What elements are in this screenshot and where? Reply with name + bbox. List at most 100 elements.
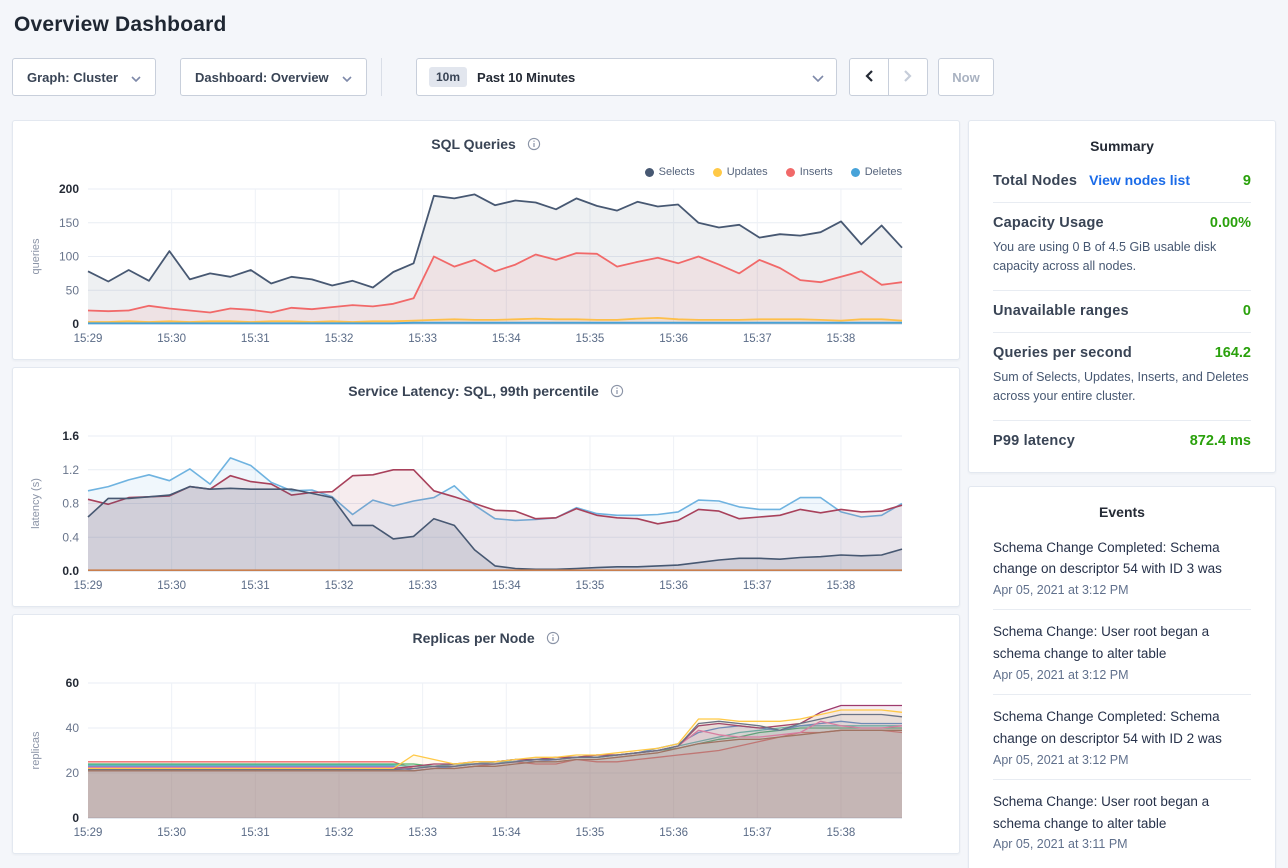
svg-text:15:36: 15:36 [659,580,688,592]
info-icon[interactable] [610,384,624,401]
svg-text:15:31: 15:31 [241,333,270,345]
svg-text:15:36: 15:36 [659,827,688,839]
p99-latency-label: P99 latency [993,433,1075,449]
replicas-per-node-chart[interactable]: 020406015:2915:3015:3115:3215:3315:3415:… [27,655,947,845]
event-timestamp: Apr 05, 2021 at 3:12 PM [993,668,1251,682]
unavailable-ranges-label: Unavailable ranges [993,303,1129,319]
chevron-right-icon [903,69,913,86]
svg-text:0.4: 0.4 [62,530,79,544]
svg-text:15:35: 15:35 [576,827,605,839]
svg-text:0: 0 [72,317,79,331]
info-icon[interactable] [546,631,560,648]
capacity-usage-description: You are using 0 B of 4.5 GiB usable disk… [993,238,1251,277]
chart-title-row: Service Latency: SQL, 99th percentile [13,368,959,401]
service-latency-chart[interactable]: 0.00.40.81.21.615:2915:3015:3115:3215:33… [27,408,947,598]
svg-text:15:30: 15:30 [157,580,186,592]
event-text: Schema Change: User root began a schema … [993,621,1251,665]
summary-row-p99: P99 latency 872.4 ms [993,420,1251,462]
chevron-down-icon [812,70,824,85]
svg-text:200: 200 [59,182,79,196]
svg-text:15:31: 15:31 [241,580,270,592]
time-range-badge: 10m [429,67,467,87]
dashboard-dropdown-label: Dashboard: Overview [195,70,329,85]
event-item: Schema Change: User root began a schema … [993,609,1251,694]
svg-text:15:31: 15:31 [241,827,270,839]
sql-queries-chart[interactable]: 05010015020015:2915:3015:3115:3215:3315:… [27,161,947,351]
summary-panel: Summary Total Nodes View nodes list 9 Ca… [968,120,1276,473]
svg-text:1.2: 1.2 [62,463,79,477]
svg-text:0.8: 0.8 [62,497,79,511]
svg-text:15:33: 15:33 [408,827,437,839]
event-timestamp: Apr 05, 2021 at 3:12 PM [993,583,1251,597]
info-icon[interactable] [527,137,541,154]
chart-title-row: Replicas per Node [13,615,959,648]
toolbar: Graph: Cluster Dashboard: Overview 10m P… [12,58,1276,96]
svg-text:15:34: 15:34 [492,827,521,839]
svg-text:15:29: 15:29 [74,333,103,345]
svg-text:15:38: 15:38 [827,827,856,839]
now-button[interactable]: Now [938,58,994,96]
event-timestamp: Apr 05, 2021 at 3:12 PM [993,753,1251,767]
graph-dropdown-label: Graph: Cluster [27,70,118,85]
chevron-down-icon [131,70,141,85]
svg-text:queries: queries [30,238,42,275]
time-forward-button[interactable] [888,58,928,96]
svg-text:0: 0 [72,811,79,825]
unavailable-ranges-value: 0 [1243,303,1251,319]
event-item: Schema Change Completed: Schema change o… [993,526,1251,610]
svg-text:100: 100 [59,250,79,264]
svg-text:15:30: 15:30 [157,827,186,839]
chevron-down-icon [342,70,352,85]
summary-row-qps: Queries per second 164.2 Sum of Selects,… [993,332,1251,420]
sql-queries-panel: SQL Queries Selects Updates [12,120,960,360]
event-item: Schema Change: User root began a schema … [993,779,1251,864]
svg-text:15:37: 15:37 [743,827,772,839]
svg-text:15:32: 15:32 [325,827,354,839]
chart-title: Service Latency: SQL, 99th percentile [348,383,599,399]
svg-text:15:33: 15:33 [408,333,437,345]
time-range-picker[interactable]: 10m Past 10 Minutes [416,58,837,96]
total-nodes-value: 9 [1243,173,1251,189]
time-back-button[interactable] [849,58,889,96]
summary-row-capacity: Capacity Usage 0.00% You are using 0 B o… [993,202,1251,290]
overview-dashboard-page: Overview Dashboard Graph: Cluster Dashbo… [0,0,1288,868]
time-nav-group [849,58,928,96]
queries-per-second-value: 164.2 [1215,345,1251,361]
event-item: Schema Change Completed: Schema change o… [993,694,1251,779]
svg-text:15:29: 15:29 [74,827,103,839]
capacity-usage-label: Capacity Usage [993,215,1104,231]
service-latency-panel: Service Latency: SQL, 99th percentile 0.… [12,367,960,607]
charts-column: SQL Queries Selects Updates [12,120,960,854]
toolbar-divider [381,58,382,96]
replicas-per-node-panel: Replicas per Node 020406015:2915:3015:31… [12,614,960,854]
svg-text:15:32: 15:32 [325,580,354,592]
events-panel: Events Schema Change Completed: Schema c… [968,486,1276,868]
sidebar: Summary Total Nodes View nodes list 9 Ca… [968,120,1276,868]
svg-text:15:37: 15:37 [743,580,772,592]
chevron-left-icon [864,69,874,86]
svg-text:15:30: 15:30 [157,333,186,345]
svg-text:40: 40 [66,721,80,735]
svg-text:15:34: 15:34 [492,580,521,592]
events-title: Events [993,487,1251,526]
svg-text:20: 20 [66,766,80,780]
event-text: Schema Change Completed: Schema change o… [993,537,1251,581]
view-nodes-list-link[interactable]: View nodes list [1089,172,1190,188]
svg-text:1.6: 1.6 [62,429,79,443]
svg-text:15:35: 15:35 [576,580,605,592]
event-timestamp: Apr 05, 2021 at 3:11 PM [993,837,1251,851]
svg-text:150: 150 [59,216,79,230]
svg-text:50: 50 [66,283,80,297]
time-range-label: Past 10 Minutes [477,70,575,85]
capacity-usage-value: 0.00% [1210,215,1251,231]
graph-dropdown[interactable]: Graph: Cluster [12,58,156,96]
svg-text:15:35: 15:35 [576,333,605,345]
summary-row-unavailable-ranges: Unavailable ranges 0 [993,290,1251,332]
queries-per-second-description: Sum of Selects, Updates, Inserts, and De… [993,368,1251,407]
svg-text:15:37: 15:37 [743,333,772,345]
chart-title-row: SQL Queries [13,121,959,154]
p99-latency-value: 872.4 ms [1190,433,1251,449]
dashboard-dropdown[interactable]: Dashboard: Overview [180,58,367,96]
svg-text:15:33: 15:33 [408,580,437,592]
queries-per-second-label: Queries per second [993,345,1132,361]
